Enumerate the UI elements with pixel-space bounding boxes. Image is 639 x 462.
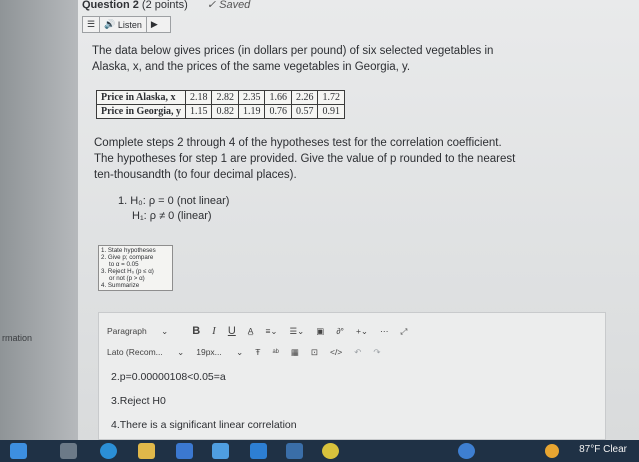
task-view-icon[interactable] [60, 443, 77, 459]
bold-button[interactable]: B [192, 325, 200, 337]
table-cell: 1.66 [264, 90, 292, 105]
weather-sun-icon [545, 444, 559, 458]
editor-toolbar-1: Paragraph ⌄ B I U A̲ ≡⌄ ☰⌄ ▣ ∂° +⌄ ⋯ ⤢ [107, 321, 597, 341]
app-icon[interactable] [250, 443, 267, 459]
redo-icon[interactable]: ↷ [373, 347, 380, 358]
fullscreen-icon[interactable]: ⤢ [401, 326, 408, 337]
menu-icon[interactable]: ☰ [83, 17, 101, 32]
font-size-select[interactable]: 19px... ⌄ [196, 347, 243, 358]
list-icon[interactable]: ☰⌄ [290, 326, 305, 337]
step-1: 1. State hypotheses [101, 247, 156, 254]
step-3-detail: or not (p > α) [109, 275, 145, 282]
chevron-down-icon: ⌄ [161, 325, 169, 336]
answer-step-4: 4.There is a significant linear correlat… [111, 419, 297, 431]
table-cell: 2.18 [184, 90, 213, 105]
table-cell: 2.82 [211, 90, 239, 105]
clear-format-icon[interactable]: Ŧ [255, 347, 260, 357]
table-icon[interactable]: ▦ [291, 347, 299, 358]
answer-editor[interactable]: Paragraph ⌄ B I U A̲ ≡⌄ ☰⌄ ▣ ∂° +⌄ ⋯ ⤢ L… [98, 312, 606, 440]
null-hypothesis: 1. H₀: ρ = 0 (not linear) [118, 195, 230, 207]
taskbar: 87°F Clear [0, 440, 639, 462]
question-header: Question 2 (2 points) ✓ Saved [82, 0, 250, 11]
weather-label[interactable]: 87°F Clear [579, 444, 627, 455]
listen-label: Listen [117, 19, 142, 30]
row-label: Price in Alaska, x [96, 90, 186, 105]
step-2-detail: to α = 0.05 [109, 261, 139, 268]
table-cell: 2.35 [237, 90, 266, 105]
table-cell: 1.15 [184, 104, 213, 119]
table-cell: 1.72 [317, 90, 345, 105]
spellcheck-icon[interactable]: ᵃᵇ [272, 347, 278, 357]
table-cell: 0.76 [264, 104, 292, 119]
paragraph-label: Paragraph [107, 325, 147, 336]
table-cell: 2.26 [290, 90, 319, 105]
table-row: Price in Alaska, x 2.18 2.82 2.35 1.66 2… [96, 90, 345, 105]
question-points: (2 points) [141, 0, 188, 11]
table-cell: 0.82 [211, 104, 239, 119]
quiz-page: Question 2 (2 points) ✓ Saved ☰ 🔊 Listen… [78, 0, 639, 440]
file-explorer-icon[interactable] [138, 443, 155, 459]
step-2: 2. Give p; compare [101, 254, 154, 261]
alt-hypothesis: H₁: ρ ≠ 0 (linear) [132, 210, 212, 222]
speaker-icon: 🔊 [104, 19, 116, 29]
price-table: Price in Alaska, x 2.18 2.82 2.35 1.66 2… [96, 90, 345, 119]
text-color-icon[interactable]: A̲ [248, 326, 254, 336]
code-icon[interactable]: </> [330, 347, 342, 357]
align-icon[interactable]: ≡⌄ [265, 326, 277, 337]
answer-step-2: 2.p=0.00000108<0.05=a [111, 371, 226, 383]
answer-step-3: 3.Reject H0 [111, 395, 166, 407]
table-cell: 0.57 [290, 104, 319, 119]
store-icon[interactable] [176, 443, 193, 459]
edge-browser-icon[interactable] [100, 443, 117, 459]
listen-button[interactable]: 🔊 Listen [100, 17, 147, 32]
saved-status: ✓ Saved [206, 0, 251, 11]
instruction-line-1: Complete steps 2 through 4 of the hypoth… [94, 137, 502, 149]
undo-icon[interactable]: ↶ [354, 347, 361, 358]
insert-media-icon[interactable]: ▣ [316, 326, 324, 337]
listen-widget[interactable]: ☰ 🔊 Listen ▶ [82, 16, 171, 33]
background-window [0, 0, 80, 440]
find-icon[interactable]: ⊡ [311, 347, 318, 358]
question-title: Question 2 [82, 0, 139, 11]
steps-reference: 1. State hypotheses 2. Give p; compare t… [98, 245, 173, 291]
table-cell: 1.19 [237, 104, 266, 119]
step-4: 4. Summarize [101, 282, 140, 289]
formula-icon[interactable]: ∂° [336, 326, 344, 336]
problem-line-1: The data below gives prices (in dollars … [92, 45, 494, 57]
photos-icon[interactable] [286, 443, 303, 459]
paragraph-select[interactable]: Paragraph ⌄ [107, 326, 180, 337]
instruction-line-3: ten-thousandth (to four decimal places). [94, 169, 297, 181]
widgets-icon[interactable] [10, 443, 27, 459]
help-icon[interactable] [458, 443, 475, 459]
table-row: Price in Georgia, y 1.15 0.82 1.19 0.76 … [96, 104, 345, 119]
font-family-label: Lato (Recom... [107, 346, 163, 357]
problem-line-2: Alaska, x, and the prices of the same ve… [92, 61, 411, 73]
underline-button[interactable]: U [228, 325, 236, 337]
font-size-label: 19px... [196, 346, 222, 357]
editor-toolbar-2: Lato (Recom... ⌄ 19px... ⌄ Ŧ ᵃᵇ ▦ ⊡ </> … [107, 342, 597, 362]
add-icon[interactable]: +⌄ [356, 326, 368, 337]
instruction-line-2: The hypotheses for step 1 are provided. … [94, 153, 516, 165]
more-icon[interactable]: ⋯ [380, 326, 389, 337]
italic-button[interactable]: I [212, 325, 216, 337]
row-label: Price in Georgia, y [96, 104, 186, 119]
background-window-label: rmation [2, 333, 33, 343]
step-3: 3. Reject H₀ (p ≤ α) [101, 268, 154, 275]
table-cell: 0.91 [317, 104, 345, 119]
play-icon[interactable]: ▶ [147, 17, 162, 32]
chrome-icon[interactable] [322, 443, 339, 459]
mail-icon[interactable] [212, 443, 229, 459]
hypotheses: 1. H₀: ρ = 0 (not linear) H₁: ρ ≠ 0 (lin… [118, 194, 229, 224]
font-family-select[interactable]: Lato (Recom... ⌄ [107, 347, 184, 358]
saved-label: Saved [219, 0, 251, 11]
